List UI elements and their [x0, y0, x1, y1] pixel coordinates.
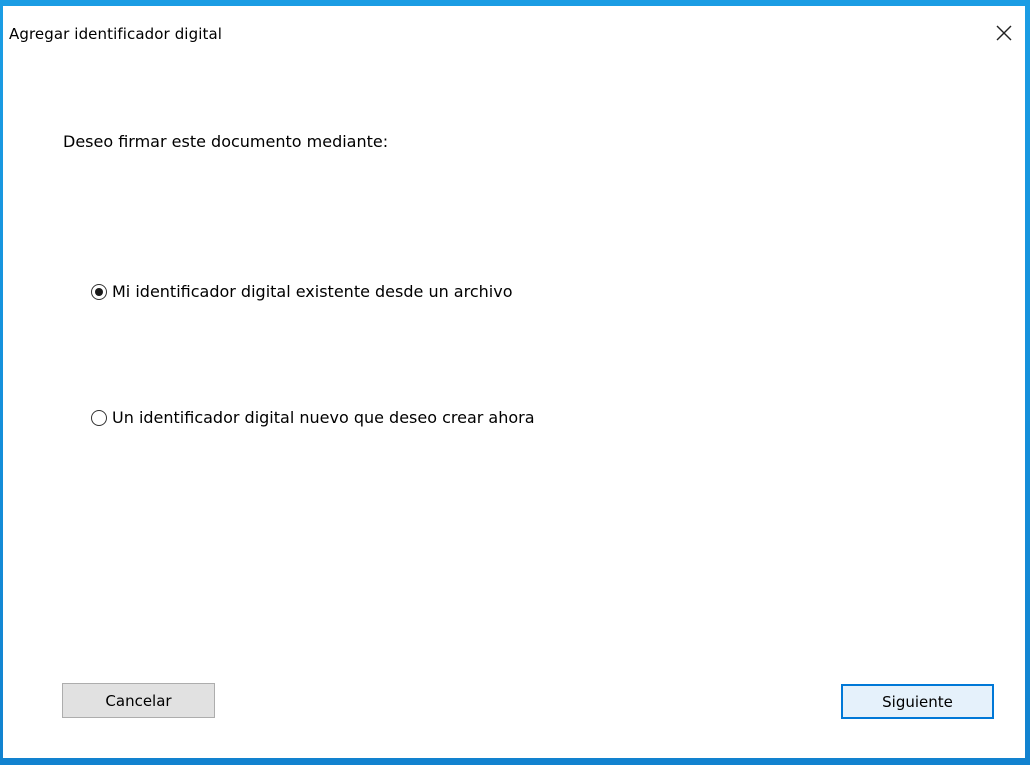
option-existing-file[interactable]: Mi identificador digital existente desde… — [91, 282, 512, 301]
title-bar: Agregar identificador digital — [3, 6, 1025, 56]
option-create-new-label: Un identificador digital nuevo que deseo… — [112, 408, 535, 427]
dialog-title: Agregar identificador digital — [9, 25, 223, 43]
radio-create-new[interactable] — [91, 409, 107, 426]
option-create-new[interactable]: Un identificador digital nuevo que deseo… — [91, 408, 535, 427]
prompt-text: Deseo firmar este documento mediante: — [63, 132, 389, 151]
add-digital-id-dialog: Agregar identificador digital Deseo firm… — [3, 6, 1025, 758]
radio-existing-file[interactable] — [91, 283, 107, 300]
next-button[interactable]: Siguiente — [841, 684, 994, 719]
cancel-button[interactable]: Cancelar — [62, 683, 215, 718]
close-icon[interactable] — [991, 20, 1017, 46]
option-existing-file-label: Mi identificador digital existente desde… — [112, 282, 513, 301]
